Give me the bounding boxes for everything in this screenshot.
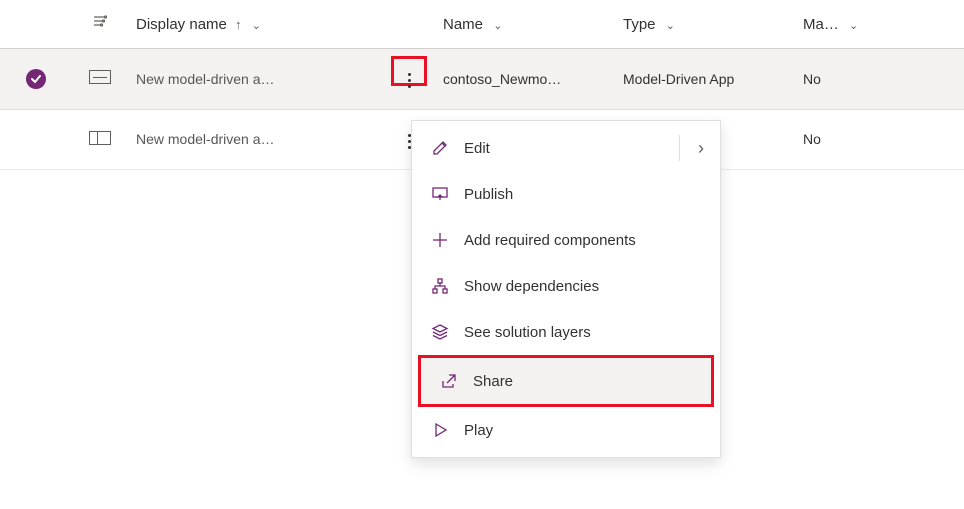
menu-item-publish[interactable]: Publish xyxy=(412,171,720,217)
sort-ascending-icon: ↑ xyxy=(235,17,242,32)
menu-item-label: Add required components xyxy=(464,232,636,249)
model-driven-app-icon xyxy=(89,70,111,84)
plus-icon xyxy=(430,230,450,250)
row-display-name[interactable]: New model-driven a… xyxy=(128,109,383,170)
table-header-row: Display name ↑ ⌄ Name ⌄ Type ⌄ Ma… ⌄ xyxy=(0,0,964,49)
highlight-annotation: Share xyxy=(418,355,714,407)
column-header-managed[interactable]: Ma… ⌄ xyxy=(795,0,964,49)
row-type-icon-cell xyxy=(72,49,128,110)
column-header-name[interactable]: Name ⌄ xyxy=(435,0,615,49)
chevron-down-icon: ⌄ xyxy=(666,19,675,32)
column-header-type[interactable]: Type ⌄ xyxy=(615,0,795,49)
menu-item-label: Share xyxy=(473,373,513,390)
menu-item-share[interactable]: Share xyxy=(421,358,711,404)
row-managed: No xyxy=(795,49,964,110)
chevron-down-icon: ⌄ xyxy=(849,19,858,32)
chevron-down-icon: ⌄ xyxy=(252,19,261,32)
table-row[interactable]: New model-driven a… contoso_Newmo… Model… xyxy=(0,49,964,110)
more-actions-button[interactable] xyxy=(395,67,423,95)
column-header-display-name[interactable]: Display name ↑ ⌄ xyxy=(128,0,383,49)
menu-item-label: See solution layers xyxy=(464,324,591,341)
chevron-down-icon: ⌄ xyxy=(493,19,502,32)
menu-item-solution-layers[interactable]: See solution layers xyxy=(412,309,720,355)
menu-item-label: Edit xyxy=(464,140,490,157)
highlight-annotation xyxy=(391,56,427,86)
vertical-ellipsis-icon xyxy=(408,73,411,88)
play-icon xyxy=(430,420,450,440)
menu-item-play[interactable]: Play xyxy=(412,407,720,453)
publish-icon xyxy=(430,184,450,204)
menu-item-label: Publish xyxy=(464,186,513,203)
checkmark-circle-icon xyxy=(26,69,46,89)
layers-icon xyxy=(430,322,450,342)
hierarchy-icon xyxy=(430,276,450,296)
column-header-label: Name xyxy=(443,16,483,33)
row-type-icon-cell xyxy=(72,109,128,170)
row-actions-cell xyxy=(383,49,435,110)
row-managed: No xyxy=(795,109,964,170)
column-header-label: Type xyxy=(623,16,656,33)
select-all-column[interactable] xyxy=(0,0,72,49)
menu-item-label: Play xyxy=(464,422,493,439)
menu-item-show-dependencies[interactable]: Show dependencies xyxy=(412,263,720,309)
menu-item-edit[interactable]: Edit xyxy=(412,125,720,171)
share-icon xyxy=(439,371,459,391)
row-select-cell[interactable] xyxy=(0,109,72,170)
row-type: Model-Driven App xyxy=(615,49,795,110)
actions-column-header xyxy=(383,0,435,49)
pencil-icon xyxy=(430,138,450,158)
model-driven-app-icon xyxy=(89,131,111,145)
row-select-cell[interactable] xyxy=(0,49,72,110)
list-settings-icon xyxy=(92,14,108,34)
column-header-label: Ma… xyxy=(803,16,839,33)
menu-item-label: Show dependencies xyxy=(464,278,599,295)
row-name: contoso_Newmo… xyxy=(435,49,615,110)
row-display-name[interactable]: New model-driven a… xyxy=(128,49,383,110)
menu-item-add-required[interactable]: Add required components xyxy=(412,217,720,263)
context-menu: Edit Publish Add required components Sho… xyxy=(411,120,721,458)
type-icon-column-header[interactable] xyxy=(72,0,128,49)
column-header-label: Display name xyxy=(136,16,227,33)
